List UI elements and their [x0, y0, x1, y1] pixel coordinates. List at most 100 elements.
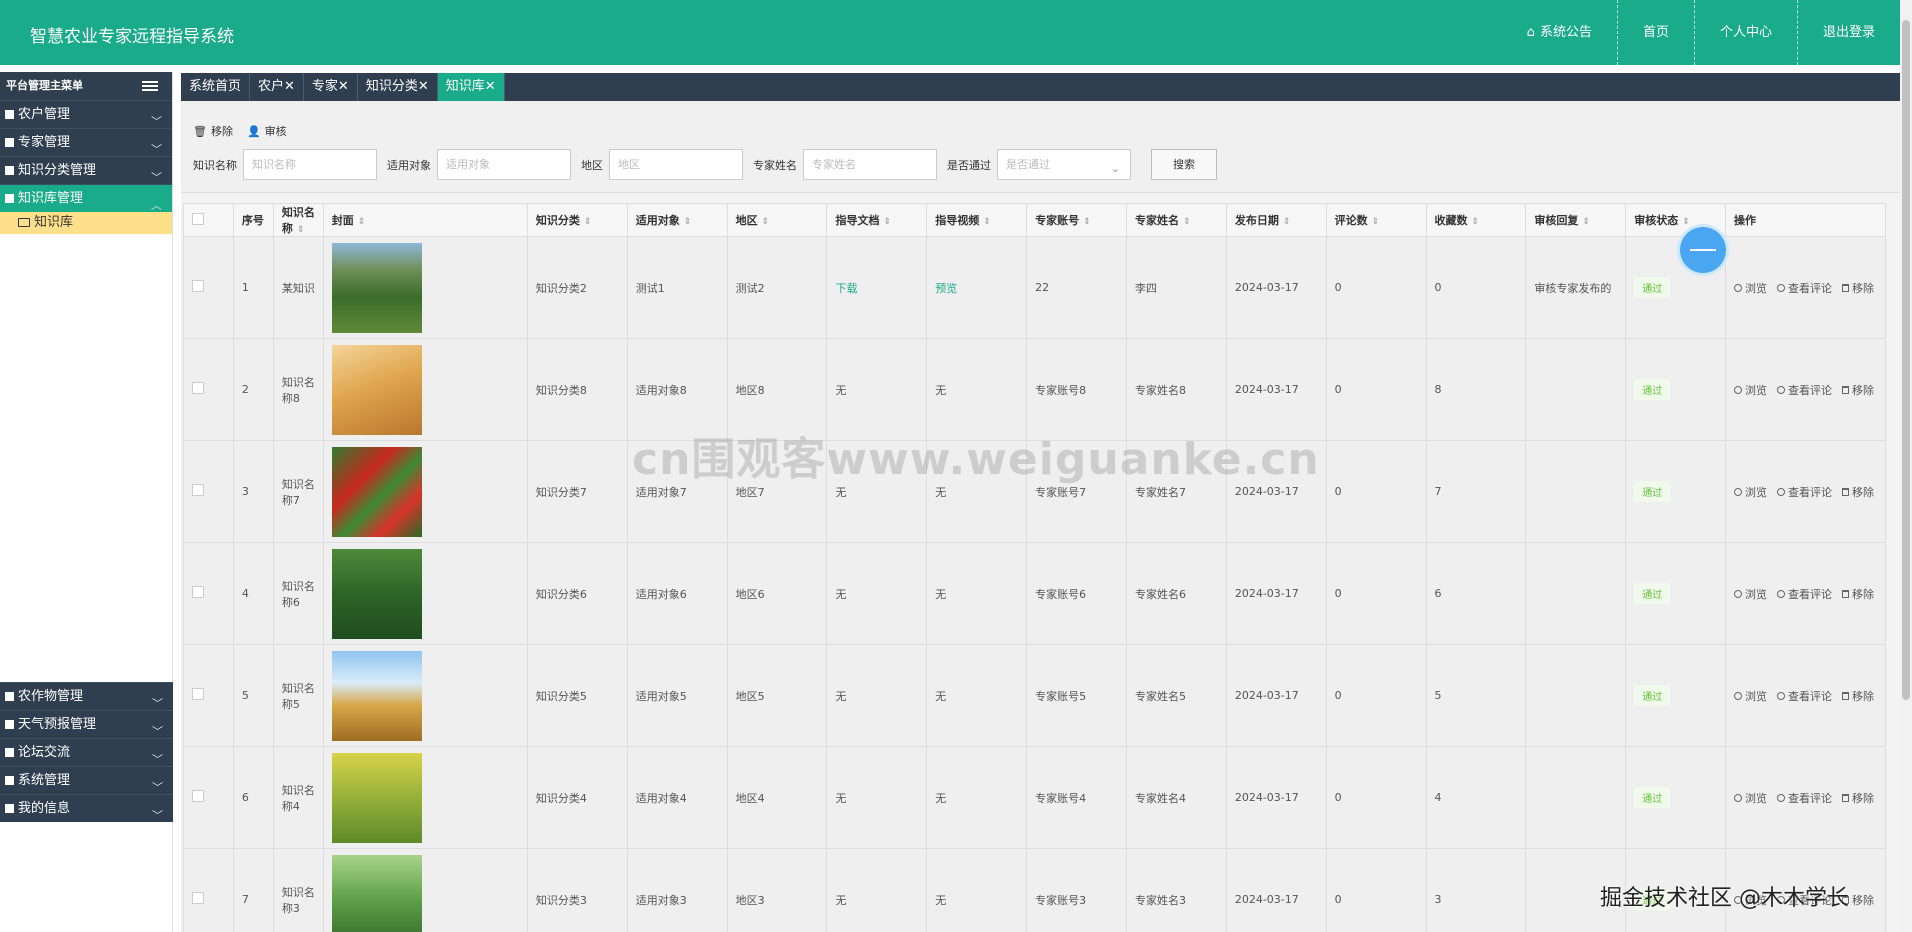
row-checkbox[interactable]: [192, 280, 204, 292]
header-category[interactable]: 知识分类 ⇕: [526, 203, 628, 237]
browse-button[interactable]: 浏览: [1734, 382, 1767, 398]
sidebar-item-weather[interactable]: 天气预报管理 ﹀: [0, 710, 173, 738]
sort-icon[interactable]: ⇕: [684, 217, 692, 227]
header-name[interactable]: 知识名称 ⇕: [272, 203, 324, 237]
row-checkbox-cell[interactable]: [183, 542, 234, 645]
target-input[interactable]: 适用对象: [437, 149, 571, 180]
header-target[interactable]: 适用对象 ⇕: [626, 203, 728, 237]
floating-action-button[interactable]: [1680, 227, 1726, 273]
sidebar-item-knowledge-base[interactable]: 知识库管理 ︿: [0, 184, 172, 212]
row-checkbox[interactable]: [192, 688, 204, 700]
sort-icon[interactable]: ⇕: [297, 225, 305, 235]
table-row[interactable]: 4 知识名称6 知识分类6 适用对象6 地区6 无无专家账号6 专家姓名6 2024-03-1…: [183, 542, 1886, 645]
row-checkbox-cell[interactable]: [183, 644, 234, 747]
tab-expert[interactable]: 专家✕: [304, 73, 358, 101]
nav-logout[interactable]: 退出登录: [1796, 0, 1900, 65]
header-account[interactable]: 专家账号 ⇕: [1026, 203, 1127, 237]
sort-icon[interactable]: ⇕: [1083, 217, 1091, 227]
select-all-checkbox[interactable]: [192, 212, 204, 225]
sort-icon[interactable]: ⇕: [983, 217, 991, 227]
header-region[interactable]: 地区 ⇕: [726, 203, 828, 237]
sidebar-item-my-info[interactable]: 我的信息 ﹀: [0, 794, 173, 822]
row-checkbox[interactable]: [192, 484, 204, 496]
header-doc[interactable]: 指导文档 ⇕: [826, 203, 928, 237]
browse-button[interactable]: 浏览: [1734, 484, 1767, 500]
row-checkbox-cell[interactable]: [183, 236, 234, 339]
browse-button[interactable]: 浏览: [1734, 790, 1767, 806]
browse-button[interactable]: 浏览: [1734, 280, 1767, 296]
view-comments-button[interactable]: 查看评论: [1777, 586, 1832, 602]
table-row[interactable]: 1 某知识 知识分类2 测试1 测试2 下载 预览 22 李四 2024-03-17 0 0 审核专家发…: [183, 236, 1886, 339]
sort-icon[interactable]: ⇕: [1183, 217, 1191, 227]
view-comments-button[interactable]: 查看评论: [1777, 790, 1832, 806]
remove-row-button[interactable]: 移除: [1842, 280, 1874, 296]
row-checkbox[interactable]: [192, 586, 204, 598]
browse-button[interactable]: 浏览: [1734, 586, 1767, 602]
sort-icon[interactable]: ⇕: [1372, 217, 1380, 227]
sort-icon[interactable]: ⇕: [883, 217, 891, 227]
region-input[interactable]: 地区: [609, 149, 743, 180]
row-checkbox[interactable]: [192, 892, 204, 904]
browse-button[interactable]: 浏览: [1734, 688, 1767, 704]
row-checkbox-cell[interactable]: [183, 338, 234, 441]
remove-row-button[interactable]: 移除: [1842, 790, 1874, 806]
table-row[interactable]: 5 知识名称5 知识分类5 适用对象5 地区5 无无专家账号5 专家姓名5 2024-03-1…: [183, 644, 1886, 747]
sort-icon[interactable]: ⇕: [1582, 217, 1590, 227]
name-input[interactable]: 知识名称: [243, 149, 377, 180]
tab-farmer[interactable]: 农户✕: [250, 73, 304, 101]
menu-toggle-icon[interactable]: [142, 81, 158, 91]
tab-knowledge-category[interactable]: 知识分类✕: [358, 73, 438, 101]
view-comments-button[interactable]: 查看评论: [1777, 484, 1832, 500]
table-row[interactable]: 6 知识名称4 知识分类4 适用对象4 地区4 无无专家账号4 专家姓名4 2024-03-1…: [183, 746, 1886, 849]
view-comments-button[interactable]: 查看评论: [1777, 688, 1832, 704]
sidebar-item-system[interactable]: 系统管理 ﹀: [0, 766, 173, 794]
nav-announcement[interactable]: ⌂ 系统公告: [1502, 0, 1617, 65]
cell-video-value[interactable]: 预览: [935, 282, 957, 295]
tab-home[interactable]: 系统首页: [181, 73, 251, 101]
sidebar-item-expert[interactable]: 专家管理 ﹀: [0, 128, 172, 156]
sidebar-item-crop[interactable]: 农作物管理 ﹀: [0, 682, 173, 710]
remove-row-button[interactable]: 移除: [1842, 586, 1874, 602]
header-expert[interactable]: 专家姓名 ⇕: [1125, 203, 1227, 237]
expert-input[interactable]: 专家姓名: [803, 149, 937, 180]
nav-home[interactable]: 首页: [1616, 0, 1694, 65]
row-checkbox-cell[interactable]: [183, 746, 234, 849]
sort-icon[interactable]: ⇕: [1682, 217, 1690, 227]
header-reply[interactable]: 审核回复 ⇕: [1525, 203, 1627, 237]
cell-doc[interactable]: 下载: [826, 236, 928, 339]
sidebar-subitem-knowledge[interactable]: 知识库: [0, 212, 172, 234]
header-date[interactable]: 发布日期 ⇕: [1225, 203, 1327, 237]
sidebar-item-farmer[interactable]: 农户管理 ﹀: [0, 100, 172, 128]
pass-select[interactable]: 是否通过: [997, 149, 1131, 183]
header-favorites[interactable]: 收藏数 ⇕: [1425, 203, 1527, 237]
header-cover[interactable]: 封面 ⇕: [322, 203, 528, 237]
cell-doc-value[interactable]: 下载: [835, 282, 857, 295]
row-checkbox[interactable]: [192, 790, 204, 802]
sort-icon[interactable]: ⇕: [762, 217, 770, 227]
cell-video[interactable]: 预览: [926, 236, 1028, 339]
sort-icon[interactable]: ⇕: [1283, 217, 1291, 227]
sort-icon[interactable]: ⇕: [1472, 217, 1480, 227]
view-comments-button[interactable]: 查看评论: [1777, 382, 1832, 398]
remove-row-button[interactable]: 移除: [1842, 688, 1874, 704]
remove-row-button[interactable]: 移除: [1842, 484, 1874, 500]
select-all-checkbox-cell[interactable]: [183, 203, 234, 237]
nav-profile[interactable]: 个人中心: [1693, 0, 1797, 65]
tab-knowledge-base[interactable]: 知识库✕: [437, 73, 505, 101]
sidebar-item-forum[interactable]: 论坛交流 ﹀: [0, 738, 173, 766]
row-checkbox-cell[interactable]: [183, 848, 234, 932]
view-comments-button[interactable]: 查看评论: [1777, 280, 1832, 296]
remove-row-button[interactable]: 移除: [1842, 382, 1874, 398]
audit-button[interactable]: 👤 审核: [247, 123, 287, 139]
page-scrollbar[interactable]: [1900, 0, 1912, 932]
sidebar-item-knowledge-category[interactable]: 知识分类管理 ﹀: [0, 156, 172, 184]
search-button[interactable]: 搜索: [1151, 149, 1217, 180]
remove-button[interactable]: 🗑 移除: [193, 123, 233, 139]
scroll-thumb[interactable]: [1902, 20, 1910, 700]
header-comments[interactable]: 评论数 ⇕: [1325, 203, 1427, 237]
header-video[interactable]: 指导视频 ⇕: [926, 203, 1028, 237]
row-checkbox[interactable]: [192, 382, 204, 394]
sort-icon[interactable]: ⇕: [584, 217, 592, 227]
sort-icon[interactable]: ⇕: [358, 217, 366, 227]
row-checkbox-cell[interactable]: [183, 440, 234, 543]
